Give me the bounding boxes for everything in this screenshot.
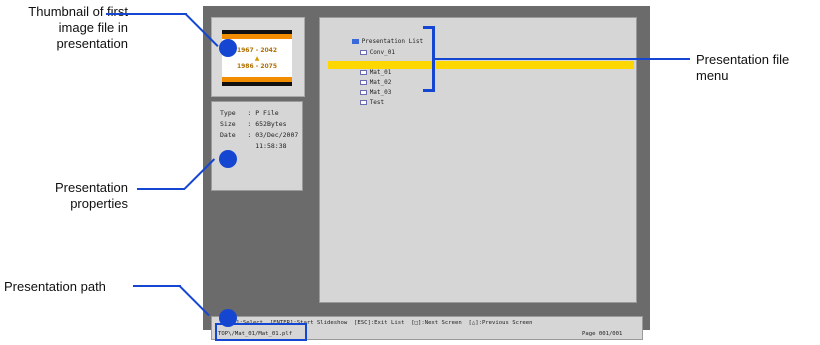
property-size: Size : 652Bytes	[220, 120, 287, 128]
callout-line-properties	[137, 188, 185, 190]
thumbnail-line-2: 1986 - 2075	[236, 63, 278, 70]
callout-dot-properties	[219, 150, 237, 168]
property-date: Date : 03/Dec/2007	[220, 131, 299, 139]
callout-line-file-menu	[435, 58, 690, 60]
callout-path: Presentation path	[4, 279, 106, 294]
list-item[interactable]: Mat_02	[338, 71, 391, 86]
thumbnail-image: 1967 - 2042 ▲ 1986 - 2075	[222, 30, 292, 86]
properties-panel: Type : P File Size : 652Bytes Date : 03/…	[211, 101, 303, 191]
callout-file-menu: Presentation file menu	[696, 52, 790, 83]
thumbnail-icon: ▲	[254, 55, 260, 62]
list-header: Presentation List	[330, 30, 423, 45]
property-type: Type : P File	[220, 109, 279, 117]
callout-line-thumbnail	[106, 13, 187, 15]
path-highlight-box	[215, 323, 307, 341]
page-indicator: Page 001/001	[582, 331, 623, 337]
callout-line-path	[133, 285, 181, 287]
list-item[interactable]: Mat_01	[338, 61, 391, 76]
thumbnail-frame: 1967 - 2042 ▲ 1986 - 2075	[211, 17, 305, 97]
file-menu-bracket	[423, 26, 435, 92]
list-item[interactable]: Mat_03	[338, 81, 391, 96]
callout-dot-thumbnail	[219, 39, 237, 57]
list-item[interactable]: Conv_01	[338, 41, 395, 56]
callout-properties: Presentation properties	[55, 180, 128, 211]
list-item[interactable]: Test	[338, 91, 384, 106]
file-icon	[359, 50, 367, 55]
callout-thumbnail: Thumbnail of first image file in present…	[28, 4, 128, 51]
file-icon	[359, 100, 367, 105]
